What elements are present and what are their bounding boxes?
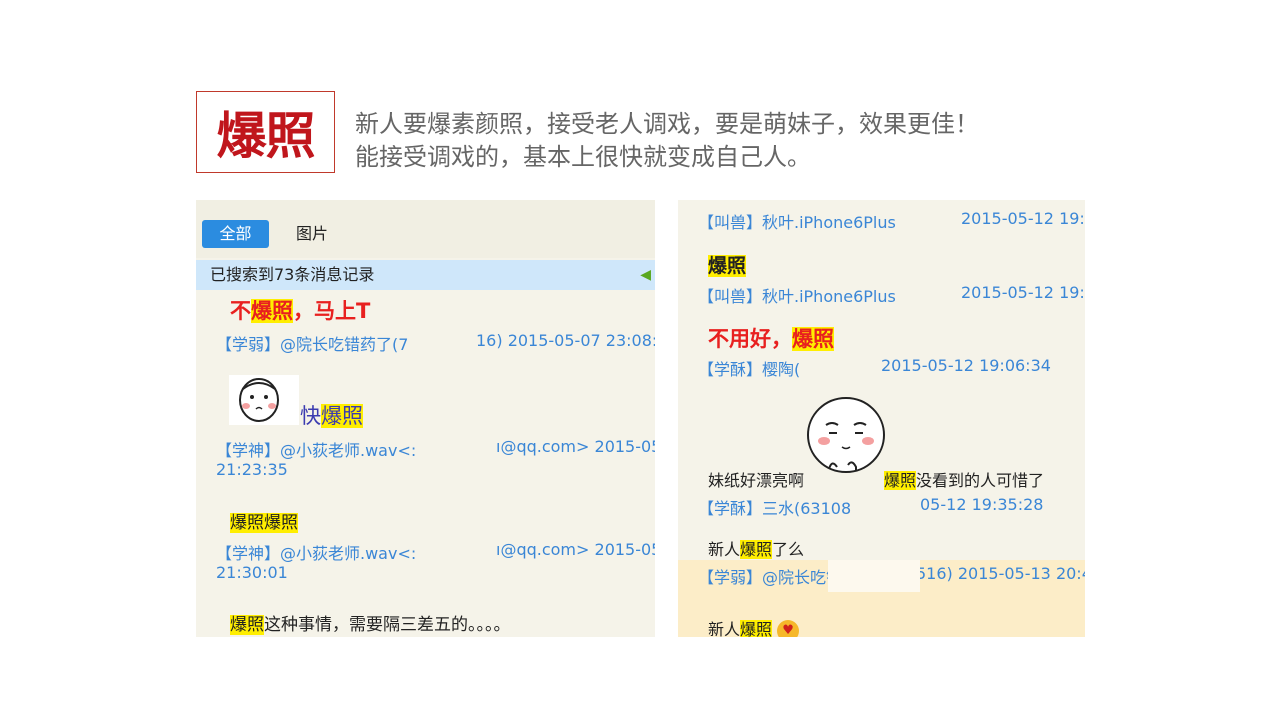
redaction-block xyxy=(828,560,920,592)
description: 新人要爆素颜照，接受老人调戏，要是萌妹子，效果更佳！ 能接受调戏的，基本上很快就… xyxy=(355,108,979,174)
message-text: 妹纸好漂亮啊 爆照没看到的人可惜了 xyxy=(708,471,1045,490)
message-meta: 【叫兽】秋叶.iPhone6Plus2015-05-12 19:02 xyxy=(698,283,1085,306)
chat-search-screenshot-right: 【叫兽】秋叶.iPhone6Plus2015-05-12 19:01 爆照 【叫… xyxy=(678,200,1085,637)
meme-face-icon xyxy=(229,375,299,425)
message-text: 爆照 xyxy=(708,255,747,277)
message-time: 21:30:01 xyxy=(216,563,288,582)
message-text: 不爆照，马上T xyxy=(230,299,371,323)
message-text: 新人爆照 ♥ xyxy=(708,616,800,637)
search-result-count: 已搜索到73条消息记录 xyxy=(210,265,375,284)
message-text: 爆照爆照 xyxy=(230,513,298,533)
message-meta: 【学神】@小荻老师.wav<:ı@qq.com> 2015-05-( xyxy=(216,437,655,460)
chat-search-screenshot-left: 全部 图片 已搜索到73条消息记录 ◀ 不爆照，马上T 【学弱】@院长吃错药了(… xyxy=(196,200,655,637)
tab-images[interactable]: 图片 xyxy=(296,220,328,248)
message-meta: 【学酥】三水(63108 05-12 19:35:28 xyxy=(698,495,1044,518)
message-text: 快爆照 xyxy=(300,404,363,428)
search-result-bar: 已搜索到73条消息记录 ◀ xyxy=(196,260,655,290)
message-text: 新人爆照了么 xyxy=(708,540,805,559)
description-line-2: 能接受调戏的，基本上很快就变成自己人。 xyxy=(355,143,811,171)
description-line-1: 新人要爆素颜照，接受老人调戏，要是萌妹子，效果更佳！ xyxy=(355,110,979,138)
page-title: 爆照 xyxy=(216,107,316,165)
tab-bar: 全部 图片 xyxy=(196,200,655,258)
message-meta: 【学弱】@院长吃错药了(7 16) 2015-05-07 23:08:4 xyxy=(216,331,655,354)
back-arrow-icon[interactable]: ◀ xyxy=(640,260,651,290)
title-box: 爆照 xyxy=(196,91,335,173)
message-meta: 【叫兽】秋叶.iPhone6Plus2015-05-12 19:01 xyxy=(698,209,1085,232)
message-meta: 【学弱】@院长吃错516) 2015-05-13 20:49:( xyxy=(698,564,1085,587)
message-meta: 【学神】@小荻老师.wav<:ı@qq.com> 2015-05-( xyxy=(216,540,655,563)
message-meta: 【学酥】樱陶(2015-05-12 19:06:34 xyxy=(698,356,1051,379)
message-text: 爆照这种事情，需要隔三差五的。。。。 xyxy=(230,615,511,635)
tab-all[interactable]: 全部 xyxy=(202,220,269,248)
heart-eyes-emoji-icon: ♥ xyxy=(777,619,800,637)
message-text: 不用好，爆照 xyxy=(708,327,834,351)
message-time: 21:23:35 xyxy=(216,460,288,479)
